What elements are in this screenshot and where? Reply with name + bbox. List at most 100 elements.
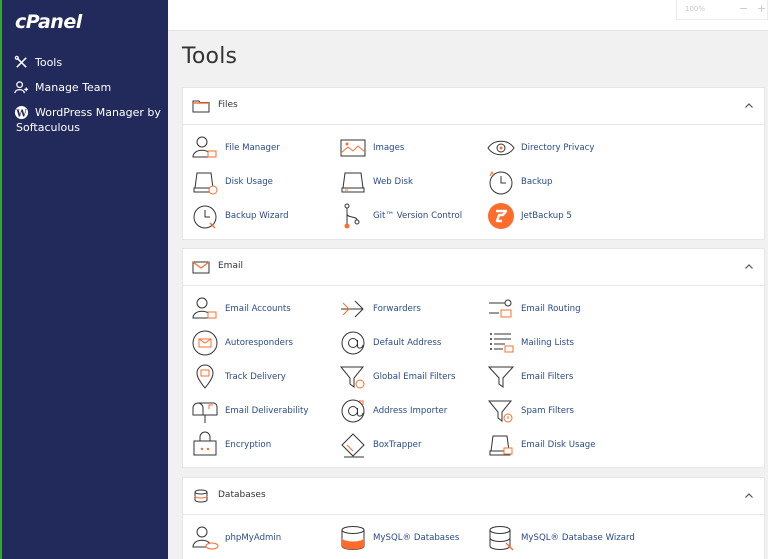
tool-label: Global Email Filters	[373, 372, 456, 382]
sidebar: cPanel Tools Manage Team W WordPress Man…	[0, 0, 168, 559]
tool-label: Email Deliverability	[225, 406, 309, 416]
lock-icon	[193, 431, 217, 456]
tool-label: Email Filters	[521, 372, 574, 382]
tool-label: Email Routing	[521, 304, 581, 314]
tool-label: Address Importer	[373, 406, 448, 416]
sidebar-item-wordpress-manager[interactable]: W WordPress Manager by	[14, 105, 161, 120]
git-icon	[344, 203, 360, 229]
topbar: 100% − +	[168, 0, 768, 31]
sidebar-item-label: Softaculous	[16, 121, 80, 134]
tool-global-email-filters[interactable]: Global Email Filters	[339, 363, 455, 391]
tool-autoresponders[interactable]: Autoresponders	[191, 329, 293, 357]
sidebar-item-label: Manage Team	[35, 81, 112, 94]
tools-icon	[14, 55, 27, 68]
at-sign-icon	[341, 331, 365, 355]
tool-label: Web Disk	[373, 177, 413, 187]
file-manager-icon	[192, 136, 217, 158]
cpanel-logo[interactable]: cPanel	[15, 11, 82, 33]
tool-email-routing[interactable]: Email Routing	[487, 295, 581, 323]
tool-email-accounts[interactable]: Email Accounts	[191, 295, 291, 323]
zoom-in-button[interactable]: +	[757, 2, 766, 15]
tool-label: File Manager	[225, 143, 280, 153]
files-panel: Files File Manager Images Directory Priv…	[182, 87, 765, 240]
tool-forwarders[interactable]: Forwarders	[339, 295, 421, 323]
section-title: Databases	[218, 490, 266, 500]
routing-icon	[489, 299, 512, 318]
email-accounts-icon	[192, 297, 217, 319]
tool-phpmyadmin[interactable]: phpMyAdmin	[191, 524, 281, 552]
disk-icon	[489, 435, 513, 456]
tool-label: Forwarders	[373, 304, 421, 314]
tool-directory-privacy[interactable]: Directory Privacy	[487, 134, 594, 162]
sidebar-item-wordpress-manager-line2[interactable]: Softaculous	[16, 120, 80, 135]
tool-email-deliverability[interactable]: Email Deliverability	[191, 397, 309, 425]
database-wizard-icon	[489, 526, 514, 551]
tool-email-disk-usage[interactable]: Email Disk Usage	[487, 431, 596, 459]
tool-label: phpMyAdmin	[225, 533, 282, 543]
sidebar-item-label: Tools	[35, 56, 63, 69]
tool-boxtrapper[interactable]: BoxTrapper	[339, 431, 422, 459]
tool-backup[interactable]: Backup	[487, 168, 553, 196]
chevron-up-icon[interactable]	[744, 491, 754, 501]
main-content: 100% − + Tools Files File Manager Images…	[168, 0, 768, 559]
tool-backup-wizard[interactable]: Backup Wizard	[191, 202, 289, 230]
tool-mailing-lists[interactable]: Mailing Lists	[487, 329, 574, 357]
global-filter-icon	[339, 366, 365, 389]
list-icon	[490, 333, 514, 353]
backup-wizard-icon	[193, 205, 217, 229]
svg-text:W: W	[15, 108, 27, 119]
tool-email-filters[interactable]: Email Filters	[487, 363, 573, 391]
zoom-out-button[interactable]: −	[739, 2, 748, 15]
mysql-database-icon	[341, 526, 365, 550]
chevron-up-icon[interactable]	[744, 101, 754, 111]
tool-git-version-control[interactable]: Git™ Version Control	[339, 202, 462, 230]
tool-label: Track Delivery	[225, 372, 286, 382]
tool-label: Backup Wizard	[225, 211, 289, 221]
map-pin-icon	[196, 364, 214, 389]
team-icon	[14, 81, 29, 94]
tool-mysql-database-wizard[interactable]: MySQL® Database Wizard	[487, 524, 635, 552]
tool-default-address[interactable]: Default Address	[339, 329, 441, 357]
database-icon	[194, 489, 208, 503]
files-panel-header[interactable]: Files	[183, 88, 764, 125]
folder-icon	[192, 100, 210, 113]
zoom-control: 100% − +	[676, 0, 768, 20]
tool-label: Git™ Version Control	[373, 211, 463, 221]
tool-spam-filters[interactable]: Spam Filters	[487, 397, 574, 425]
tool-label: Email Disk Usage	[521, 440, 596, 450]
web-disk-icon	[341, 172, 365, 193]
tool-web-disk[interactable]: Web Disk	[339, 168, 413, 196]
sidebar-item-label: WordPress Manager by	[35, 106, 161, 119]
email-panel-header[interactable]: Email	[183, 249, 764, 286]
forward-arrow-icon	[341, 300, 364, 318]
tool-label: MySQL® Databases	[373, 533, 460, 543]
tool-label: BoxTrapper	[373, 440, 422, 450]
tool-file-manager[interactable]: File Manager	[191, 134, 280, 162]
tool-label: Default Address	[373, 338, 442, 348]
zoom-level: 100%	[685, 5, 706, 13]
boxtrapper-icon	[341, 433, 365, 458]
sidebar-item-manage-team[interactable]: Manage Team	[14, 80, 111, 95]
phpmyadmin-icon	[192, 526, 219, 550]
tool-label: MySQL® Database Wizard	[521, 533, 635, 543]
tool-label: JetBackup 5	[521, 211, 572, 221]
tool-label: Autoresponders	[225, 338, 293, 348]
tool-label: Email Accounts	[225, 304, 291, 314]
tool-jetbackup-5[interactable]: JetBackup 5	[487, 202, 572, 230]
page-title: Tools	[182, 44, 238, 69]
tool-disk-usage[interactable]: Disk Usage	[191, 168, 273, 196]
envelope-icon	[192, 261, 210, 274]
images-icon	[340, 139, 366, 157]
tool-label: Spam Filters	[521, 406, 575, 416]
section-title: Files	[218, 100, 238, 110]
databases-panel-header[interactable]: Databases	[183, 478, 764, 515]
email-panel: Email Email Accounts Forwarders Email Ro…	[182, 248, 765, 468]
sidebar-item-tools[interactable]: Tools	[14, 55, 62, 70]
tool-address-importer[interactable]: Address Importer	[339, 397, 447, 425]
tool-images[interactable]: Images	[339, 134, 404, 162]
tool-mysql-databases[interactable]: MySQL® Databases	[339, 524, 459, 552]
chevron-up-icon[interactable]	[744, 262, 754, 272]
tool-track-delivery[interactable]: Track Delivery	[191, 363, 286, 391]
autoresponder-icon	[192, 330, 218, 356]
tool-encryption[interactable]: Encryption	[191, 431, 271, 459]
